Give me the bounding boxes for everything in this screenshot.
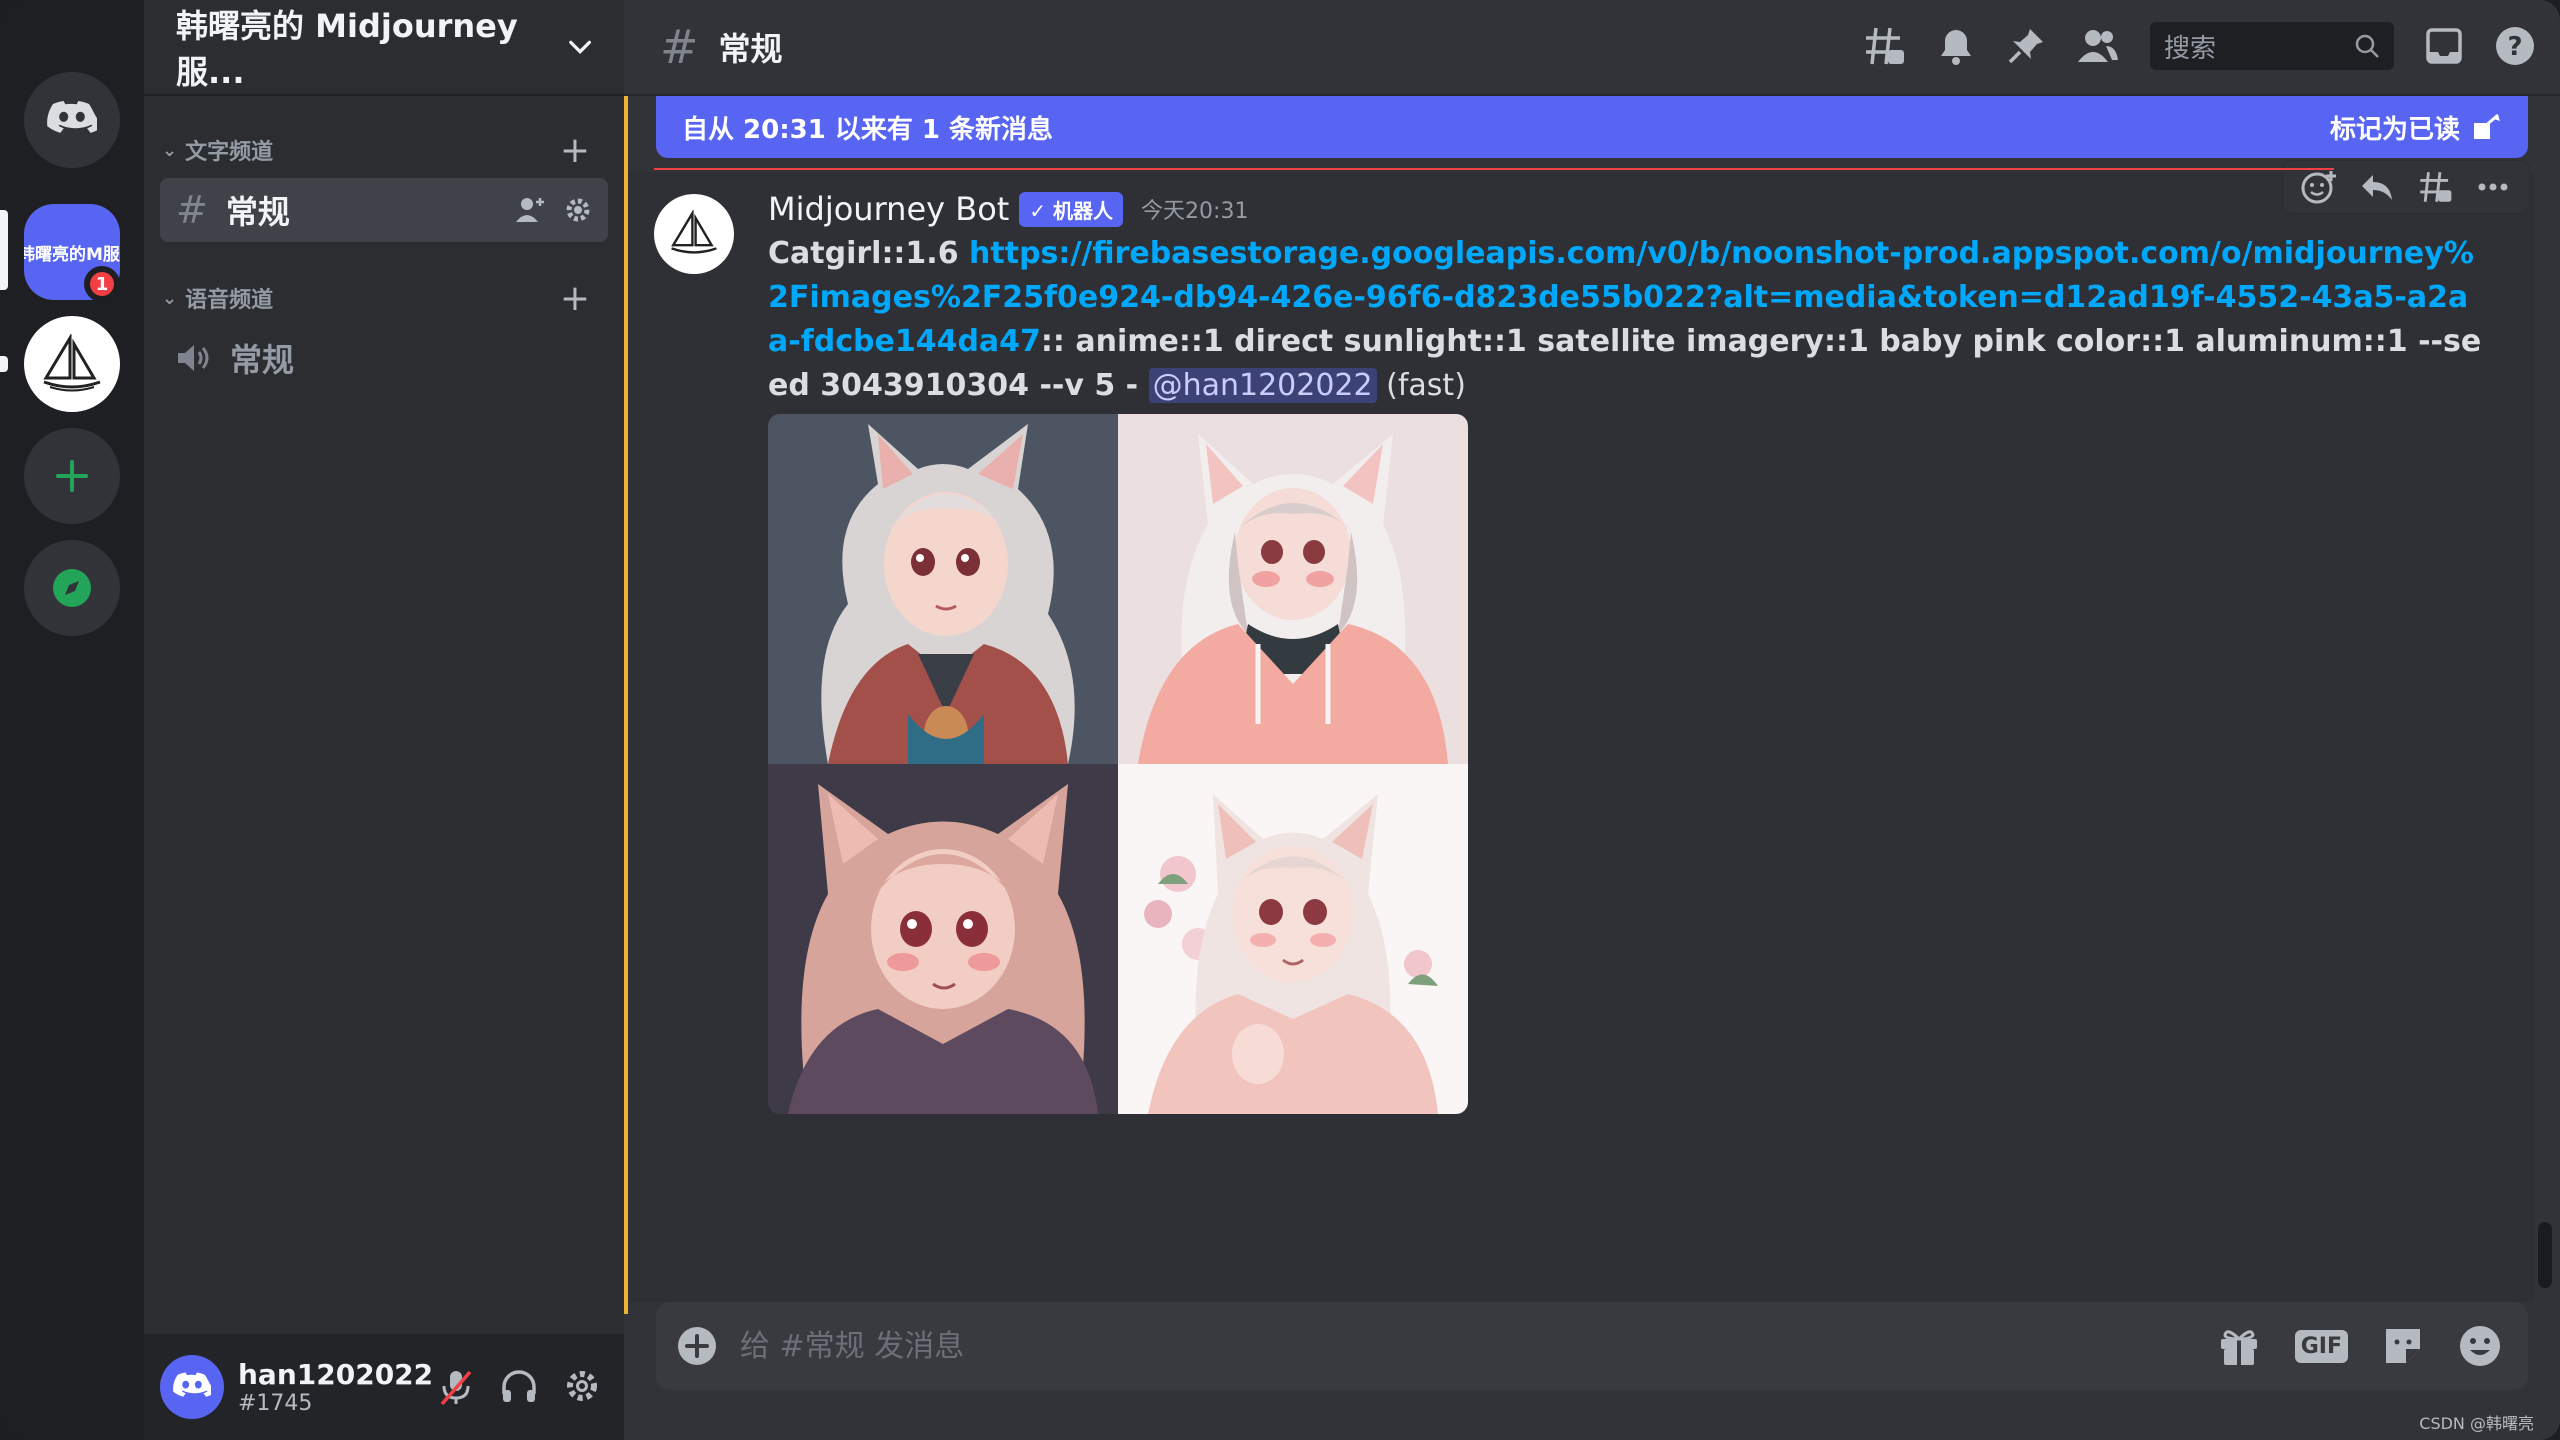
discord-window: 韩曙亮的M服务 1 韩曙亮的 Midjourney 服... [0,0,2560,1440]
help-icon[interactable]: ? [2494,25,2536,67]
channel-label: 常规 [230,341,295,379]
user-controls [438,1368,600,1406]
discord-logo-icon [47,101,97,133]
category-label: 语音频道 [185,288,274,313]
prompt-text: Catgirl::1.6 https://firebasestorage.goo… [768,232,2488,408]
message-item[interactable]: Midjourney Bot ✓ 机器人 今天20:31 Catgirl::1.… [624,160,2534,1302]
channel-general-voice[interactable]: 常规 [160,326,608,390]
gif-button[interactable]: GIF [2294,1329,2348,1363]
user-discriminator: #1745 [238,1391,313,1416]
user-mention[interactable]: @han1202022 [1148,368,1377,403]
invite-icon[interactable] [516,196,546,224]
guild-title: 韩曙亮的 Midjourney 服... [176,7,518,91]
server-name-label: 韩曙亮的M服务 [24,244,120,265]
sailboat-icon [43,334,101,392]
generated-image-1[interactable] [768,414,1118,764]
speaker-icon [178,345,209,371]
guild-header[interactable]: 韩曙亮的 Midjourney 服... [144,0,624,96]
plus-icon [56,460,88,492]
discord-logo-icon [173,1372,211,1397]
new-messages-divider [654,168,2334,170]
message-header: Midjourney Bot ✓ 机器人 今天20:31 [768,190,2488,228]
user-info[interactable]: han1202022 #1745 [238,1358,433,1416]
generated-image-2[interactable] [1118,414,1468,764]
channel-label: 常规 [225,193,290,231]
sailboat-icon [671,210,717,254]
settings-gear-icon[interactable] [564,1368,600,1404]
channel-title: 常规 [718,30,783,68]
username: han1202022 [238,1358,434,1391]
new-messages-bar[interactable]: 自从 20:31 以来有 1 条新消息 标记为已读 [656,96,2528,158]
home-button[interactable] [24,72,120,168]
sticker-icon[interactable] [2382,1325,2424,1367]
microphone-muted-icon[interactable] [438,1368,474,1406]
bot-badge: ✓ 机器人 [1019,191,1124,227]
search-icon [2355,34,2379,58]
message-input[interactable] [740,1328,2040,1364]
composer-tools: GIF [2217,1324,2502,1368]
search-input[interactable]: 搜索 [2150,22,2394,70]
user-panel: han1202022 #1745 [144,1334,624,1440]
mark-read-icon [2474,113,2500,139]
text-channels-category[interactable]: ⌄ 文字频道 + [152,130,612,171]
chevron-down-icon [568,40,591,54]
compass-icon [53,569,91,607]
generated-image-4[interactable] [1118,764,1468,1114]
message-composer: GIF [656,1302,2528,1390]
message-content: Midjourney Bot ✓ 机器人 今天20:31 Catgirl::1.… [768,190,2488,1114]
hash-icon: # [660,20,699,74]
member-list-icon[interactable] [2076,26,2120,66]
channel-header: # 常规 搜索 ? [624,0,2560,96]
channel-general-text[interactable]: # 常规 [160,178,608,242]
add-server-button[interactable] [24,428,120,524]
server-midjourney[interactable] [24,316,120,412]
speed-label: (fast) [1376,368,1466,403]
header-toolbar: 搜索 ? [1862,22,2536,70]
pin-icon[interactable] [2006,26,2046,66]
gear-icon[interactable] [564,196,592,224]
generated-image-grid[interactable] [768,414,1468,1114]
create-channel-icon[interactable]: + [560,278,590,319]
generated-image-3[interactable] [768,764,1118,1114]
add-attachment-icon[interactable] [676,1325,718,1367]
category-label: 文字频道 [185,140,274,165]
message-timestamp: 今天20:31 [1141,199,1249,224]
notification-bell-icon[interactable] [1936,26,1976,66]
svg-text:?: ? [2507,32,2522,62]
headphones-icon[interactable] [500,1368,538,1406]
prompt-prefix: Catgirl::1.6 [768,236,970,271]
active-server-indicator [0,210,8,290]
voice-channels-category[interactable]: ⌄ 语音频道 + [152,278,612,319]
search-placeholder: 搜索 [2164,33,2217,64]
inbox-icon[interactable] [2424,26,2464,66]
chat-main: # 常规 搜索 ? Midjourney Bot ✓ 机器人 今天20:31 C… [624,0,2560,1440]
author-name[interactable]: Midjourney Bot [768,190,1009,228]
gift-icon[interactable] [2217,1325,2261,1367]
chat-scrollbar[interactable] [2538,1222,2552,1288]
server-rail: 韩曙亮的M服务 1 [0,0,144,1440]
mention-badge: 1 [84,266,120,302]
unread-indicator [0,356,8,372]
threads-icon[interactable] [1862,24,1906,68]
channel-sidebar: 韩曙亮的 Midjourney 服... ⌄ 文字频道 + # 常规 ⌄ 语音频… [144,0,624,1440]
new-messages-text: 自从 20:31 以来有 1 条新消息 [682,114,1054,145]
watermark: CSDN @韩曙亮 [2419,1414,2534,1433]
mark-read-label: 标记为已读 [2329,114,2460,145]
new-message-highlight [624,96,628,1314]
chevron-down-icon: ⌄ [162,287,178,309]
chevron-down-icon: ⌄ [162,139,178,161]
bot-avatar[interactable] [654,194,734,274]
explore-servers-button[interactable] [24,540,120,636]
mark-as-read-button[interactable]: 标记为已读 [2330,109,2502,146]
avatar[interactable] [160,1355,224,1419]
hash-icon: # [176,188,208,232]
emoji-icon[interactable] [2458,1324,2502,1368]
create-channel-icon[interactable]: + [560,130,590,171]
